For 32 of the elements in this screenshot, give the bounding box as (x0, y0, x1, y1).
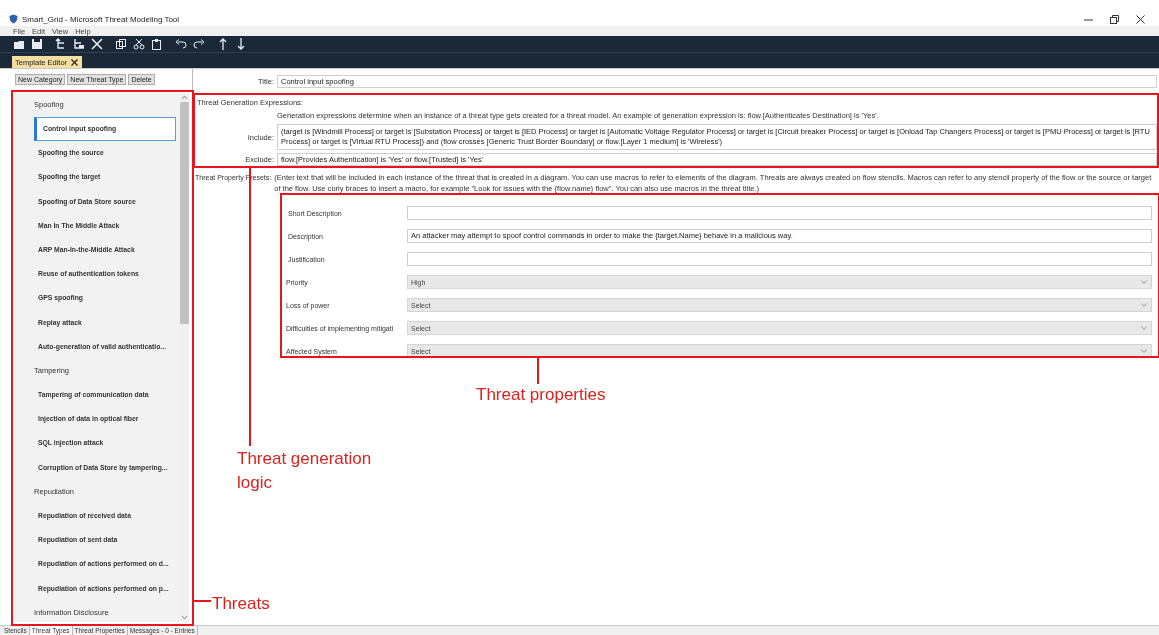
save-icon[interactable] (31, 38, 43, 50)
annotation-label: Threat generation logic (237, 448, 373, 494)
delete-icon[interactable] (91, 38, 103, 50)
dropdown-caret-icon (1141, 326, 1147, 330)
close-icon[interactable] (1136, 14, 1145, 24)
paste-icon[interactable] (151, 38, 163, 50)
window-title: Smart_Grid - Microsoft Threat Modeling Tool (22, 14, 180, 24)
copy-icon[interactable] (115, 38, 127, 50)
scroll-down-icon[interactable] (181, 615, 188, 620)
restore-icon[interactable] (1110, 14, 1119, 24)
leader-line (194, 600, 211, 602)
undo-icon[interactable] (175, 38, 187, 50)
close-icon[interactable] (71, 58, 79, 66)
scrollbar[interactable] (180, 93, 189, 622)
property-field[interactable] (407, 252, 1152, 266)
scroll-thumb[interactable] (180, 102, 189, 324)
hierarchy-add-icon[interactable] (73, 38, 85, 50)
annotation-label: Threats (212, 593, 270, 615)
redo-icon[interactable] (193, 38, 205, 50)
dropdown-caret-icon (1141, 303, 1147, 307)
folder-icon[interactable] (13, 38, 25, 50)
hierarchy-icon[interactable] (55, 38, 67, 50)
property-field[interactable] (407, 206, 1152, 220)
shield-icon (9, 14, 18, 24)
scroll-up-icon[interactable] (181, 95, 188, 100)
cut-icon[interactable] (133, 38, 145, 50)
up-arrow-icon[interactable] (217, 38, 229, 50)
dropdown-caret-icon (1141, 349, 1147, 353)
down-arrow-icon[interactable] (235, 38, 247, 50)
dropdown-caret-icon (1141, 280, 1147, 284)
leader-line (537, 358, 539, 384)
annotation-label: Threat properties (476, 384, 606, 406)
